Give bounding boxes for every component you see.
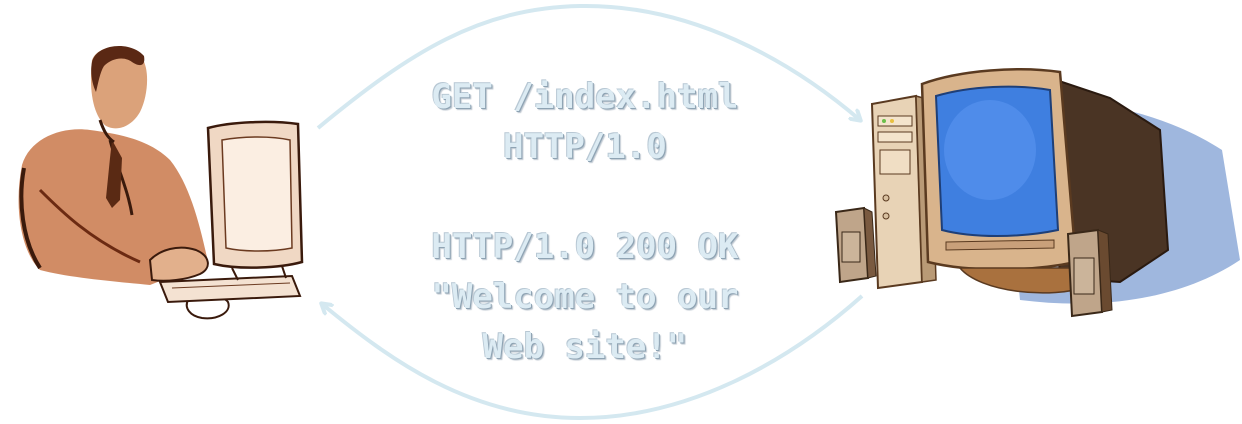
server-monitor: [920, 68, 1170, 294]
response-line-1: HTTP/1.0 200 OK: [431, 227, 739, 267]
server-speaker-right: [1066, 228, 1113, 318]
response-message: HTTP/1.0 200 OK "Welcome to our Web site!": [380, 222, 790, 372]
request-line-2: HTTP/1.0: [503, 127, 667, 167]
response-line-3: Web site!": [482, 327, 688, 367]
server-speaker-left: [834, 206, 877, 284]
request-message: GET /index.html HTTP/1.0: [380, 72, 790, 172]
request-line-1: GET /index.html: [431, 77, 739, 117]
http-exchange-diagram: GET /index.html HTTP/1.0 HTTP/1.0 200 OK "…: [0, 0, 1242, 424]
response-line-2: "Welcome to our: [431, 277, 739, 317]
